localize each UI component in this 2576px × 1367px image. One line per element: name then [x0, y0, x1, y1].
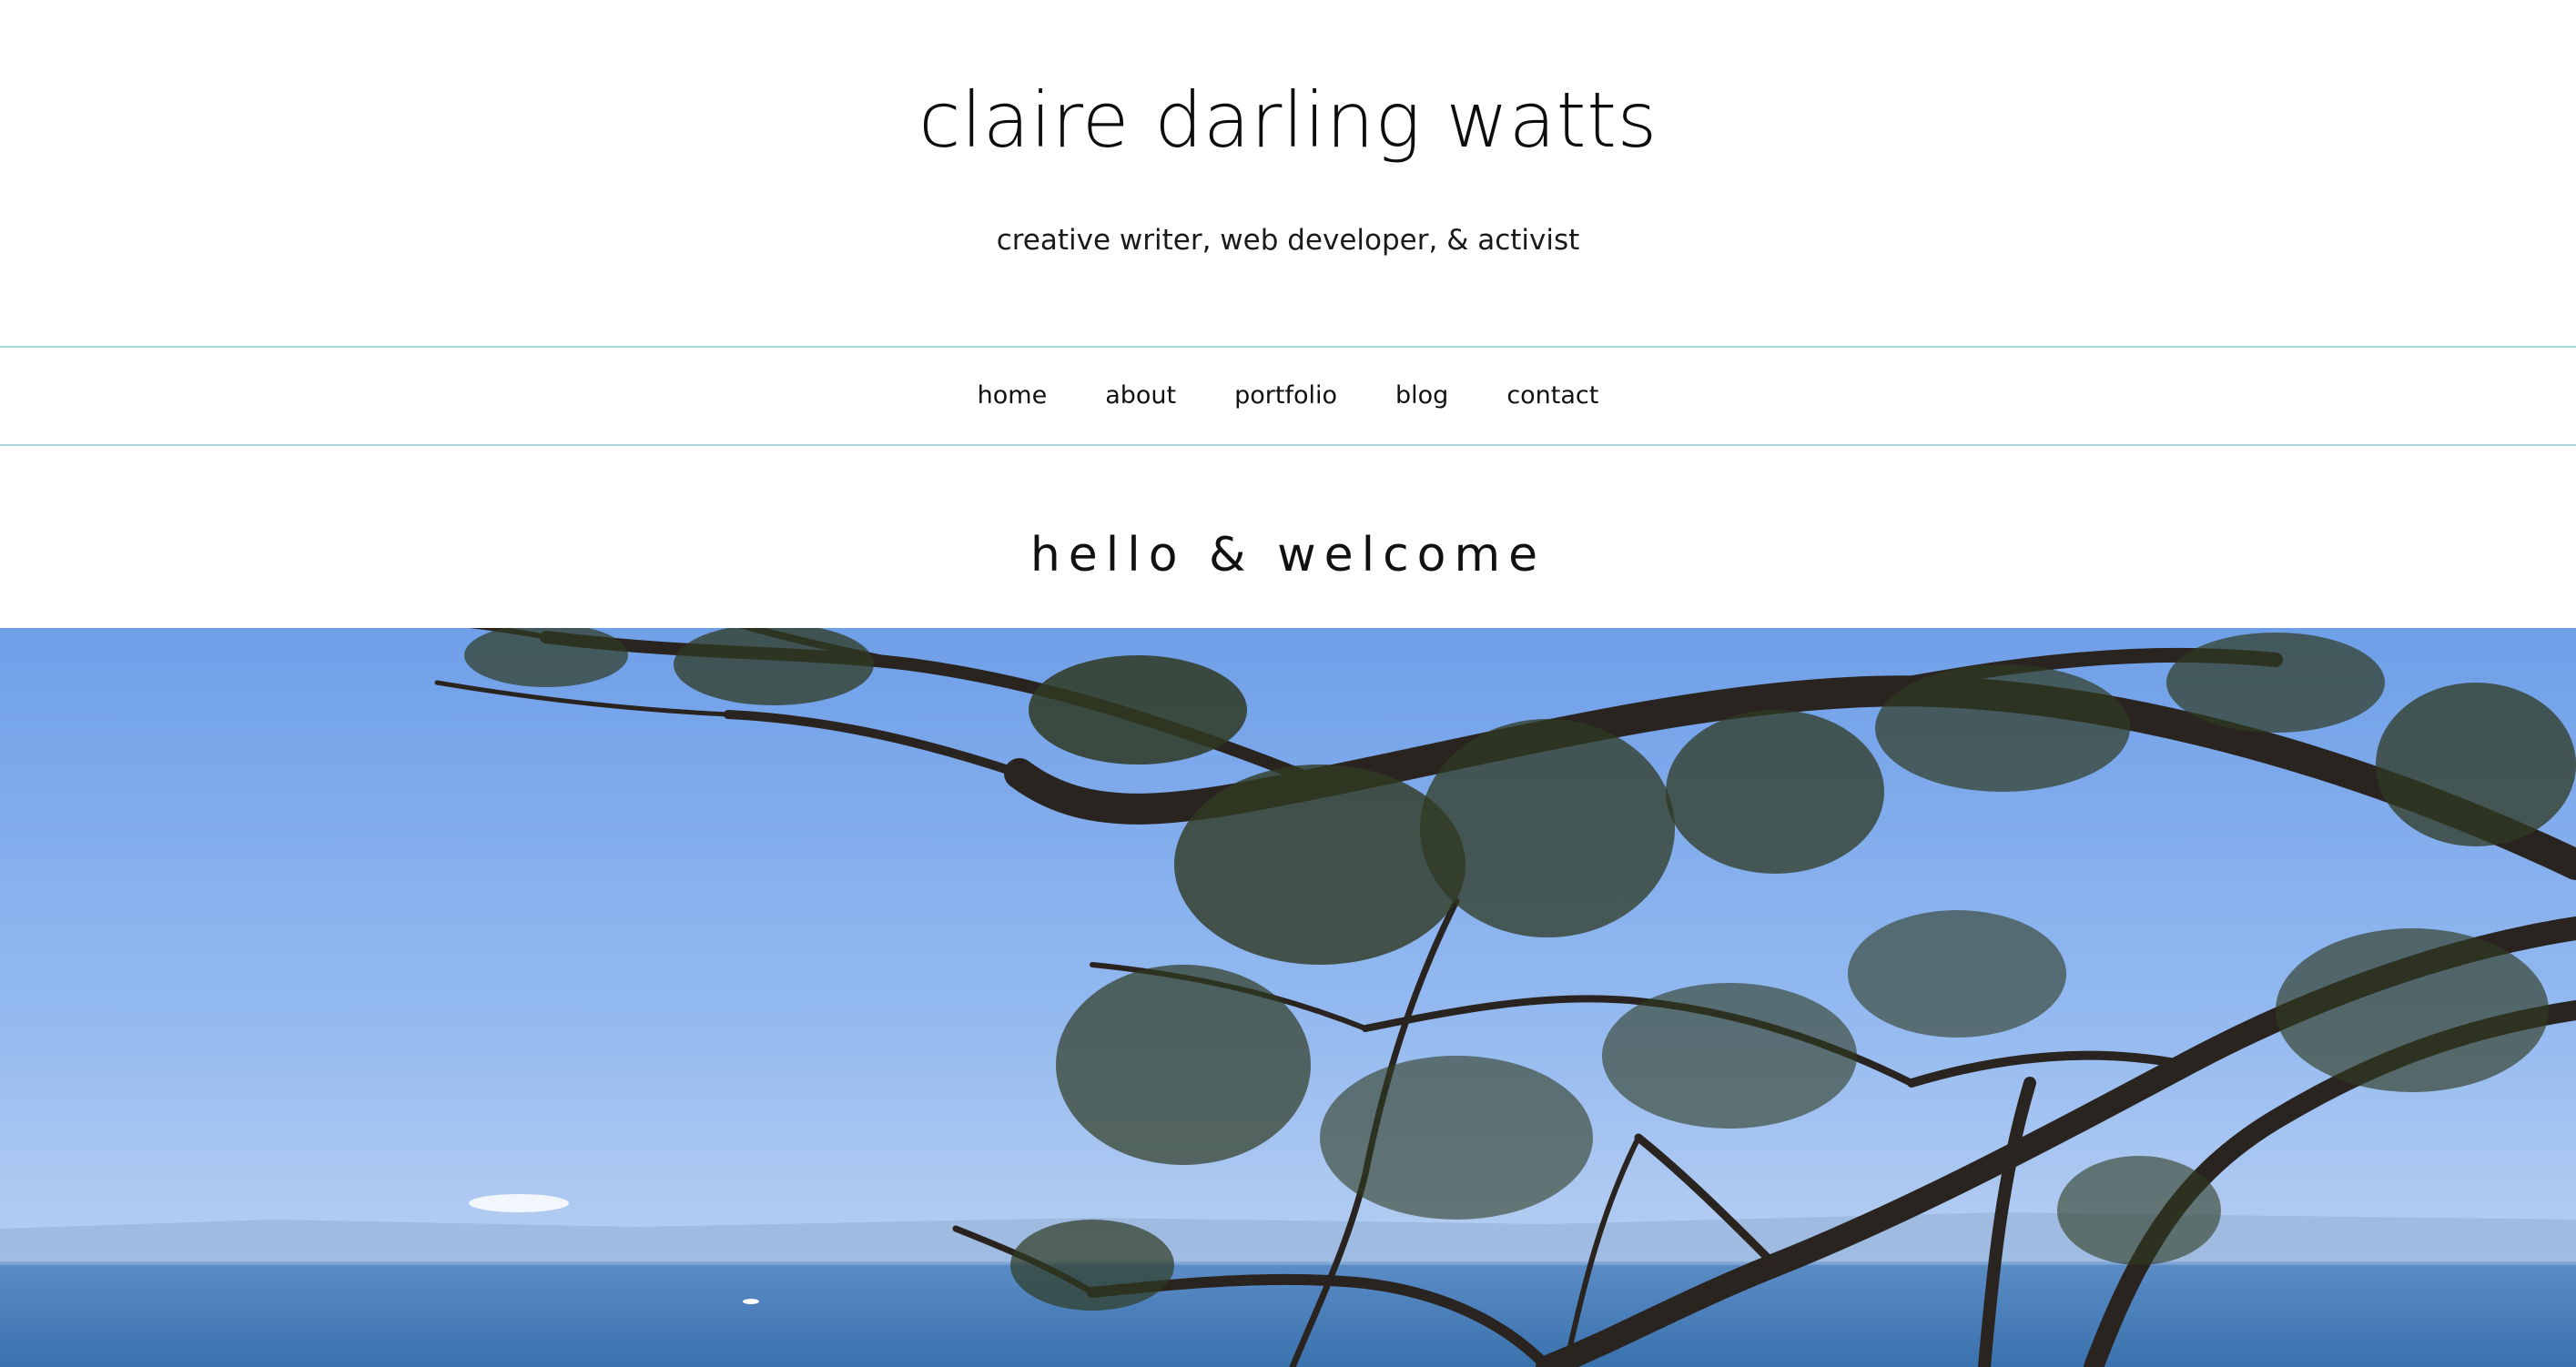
welcome-heading: hello & welcome — [1029, 528, 1547, 582]
site-header: claire darling watts creative writer, we… — [0, 0, 2576, 346]
site-tagline: creative writer, web developer, & activi… — [996, 224, 1580, 257]
cloud — [469, 1194, 569, 1212]
main-navigation: home about portfolio blog contact — [0, 346, 2576, 446]
page: claire darling watts creative writer, we… — [0, 0, 2576, 1367]
nav-item-about[interactable]: about — [1105, 378, 1176, 414]
coastal-tree-photo — [0, 628, 2576, 1367]
nav-item-blog[interactable]: blog — [1395, 378, 1448, 414]
hero-image — [0, 628, 2576, 1367]
nav-item-portfolio[interactable]: portfolio — [1234, 378, 1337, 414]
sea-horizon — [0, 1261, 2576, 1265]
nav-item-home[interactable]: home — [978, 378, 1048, 414]
boat — [743, 1299, 759, 1304]
nav-item-contact[interactable]: contact — [1506, 378, 1598, 414]
site-title[interactable]: claire darling watts — [0, 75, 2576, 166]
